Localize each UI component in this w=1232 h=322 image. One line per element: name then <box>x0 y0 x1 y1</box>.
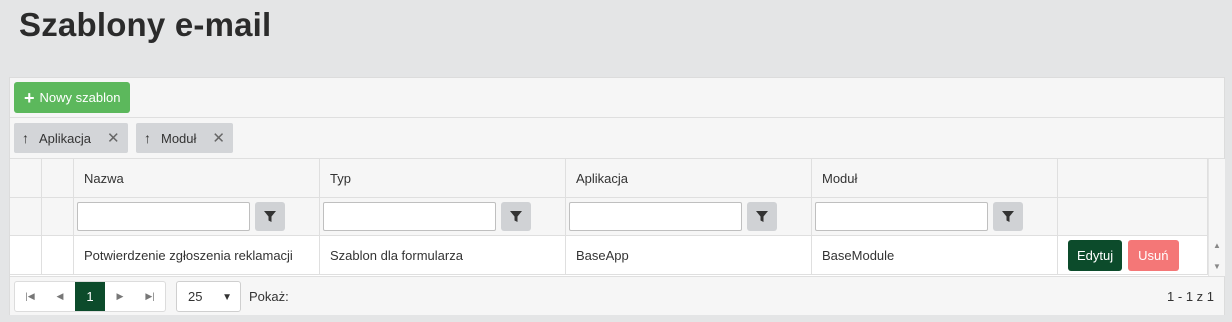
cell-actions: Edytuj Usuń <box>1058 236 1208 274</box>
filter-cell-typ <box>320 198 566 235</box>
grid-panel: + Nowy szablon ↑ Aplikacja ✕ ↑ Moduł ✕ N… <box>9 77 1225 315</box>
filter-input-aplikacja[interactable] <box>569 202 742 231</box>
group-indent-cell <box>42 198 74 235</box>
new-template-button[interactable]: + Nowy szablon <box>14 82 131 113</box>
first-page-icon[interactable]: |◀ <box>15 282 45 311</box>
group-indent-cell <box>10 236 42 274</box>
page-size-label: Pokaż: <box>249 289 289 304</box>
table-row[interactable]: Potwierdzenie zgłoszenia reklamacji Szab… <box>10 236 1208 275</box>
filter-cell-aplikacja <box>566 198 812 235</box>
filter-icon[interactable] <box>993 202 1023 231</box>
grid-header-row: Nazwa Typ Aplikacja Moduł <box>10 159 1208 198</box>
group-chip-aplikacja[interactable]: ↑ Aplikacja ✕ <box>14 123 128 153</box>
pager-info: 1 - 1 z 1 <box>1167 289 1214 304</box>
page-number-button[interactable]: 1 <box>75 282 105 311</box>
chevron-down-icon: ▼ <box>222 292 232 303</box>
close-icon[interactable]: ✕ <box>107 129 120 147</box>
column-header-nazwa[interactable]: Nazwa <box>74 159 320 197</box>
group-indent-cell <box>10 198 42 235</box>
edit-button[interactable]: Edytuj <box>1068 239 1123 271</box>
column-header-actions <box>1058 159 1208 197</box>
arrow-up-icon[interactable]: ↑ <box>144 130 151 146</box>
cell-typ: Szablon dla formularza <box>320 236 566 274</box>
cell-modul: BaseModule <box>812 236 1058 274</box>
cell-aplikacja: BaseApp <box>566 236 812 274</box>
cell-nazwa: Potwierdzenie zgłoszenia reklamacji <box>74 236 320 274</box>
next-page-icon[interactable]: ▶ <box>105 282 135 311</box>
page-size-value: 25 <box>188 289 203 304</box>
column-header-typ[interactable]: Typ <box>320 159 566 197</box>
group-indent-cell <box>42 236 74 274</box>
group-chip-label: Moduł <box>161 130 197 146</box>
group-chip-modul[interactable]: ↑ Moduł ✕ <box>136 123 233 153</box>
close-icon[interactable]: ✕ <box>212 129 225 147</box>
last-page-icon[interactable]: ▶| <box>135 282 165 311</box>
vertical-scrollbar[interactable]: ▲ ▼ <box>1208 159 1225 276</box>
column-header-aplikacja[interactable]: Aplikacja <box>566 159 812 197</box>
scroll-up-icon[interactable]: ▲ <box>1213 241 1221 250</box>
filter-input-nazwa[interactable] <box>77 202 250 231</box>
group-indent-cell <box>42 159 74 197</box>
filter-icon[interactable] <box>747 202 777 231</box>
filter-icon[interactable] <box>501 202 531 231</box>
arrow-up-icon[interactable]: ↑ <box>22 130 29 146</box>
group-indent-cell <box>10 159 42 197</box>
pager-buttons: |◀ ◀ 1 ▶ ▶| <box>14 281 166 312</box>
filter-icon[interactable] <box>255 202 285 231</box>
filter-cell-modul <box>812 198 1058 235</box>
filter-input-typ[interactable] <box>323 202 496 231</box>
grid-filter-row <box>10 198 1208 236</box>
prev-page-icon[interactable]: ◀ <box>45 282 75 311</box>
filter-cell-nazwa <box>74 198 320 235</box>
new-template-label: Nowy szablon <box>39 90 121 105</box>
scroll-down-icon[interactable]: ▼ <box>1213 262 1221 271</box>
page-size-select[interactable]: 25 ▼ <box>176 281 241 312</box>
data-grid: Nazwa Typ Aplikacja Moduł Potwierdzenie … <box>10 159 1224 276</box>
page-title: Szablony e-mail <box>19 6 272 43</box>
group-bar: ↑ Aplikacja ✕ ↑ Moduł ✕ <box>10 118 1224 159</box>
delete-button[interactable]: Usuń <box>1128 239 1179 271</box>
pager: |◀ ◀ 1 ▶ ▶| 25 ▼ Pokaż: 1 - 1 z 1 <box>10 276 1224 315</box>
toolbar: + Nowy szablon <box>10 78 1224 118</box>
column-header-modul[interactable]: Moduł <box>812 159 1058 197</box>
filter-input-modul[interactable] <box>815 202 988 231</box>
plus-icon: + <box>24 87 35 108</box>
group-chip-label: Aplikacja <box>39 130 92 146</box>
filter-cell-actions <box>1058 198 1208 235</box>
